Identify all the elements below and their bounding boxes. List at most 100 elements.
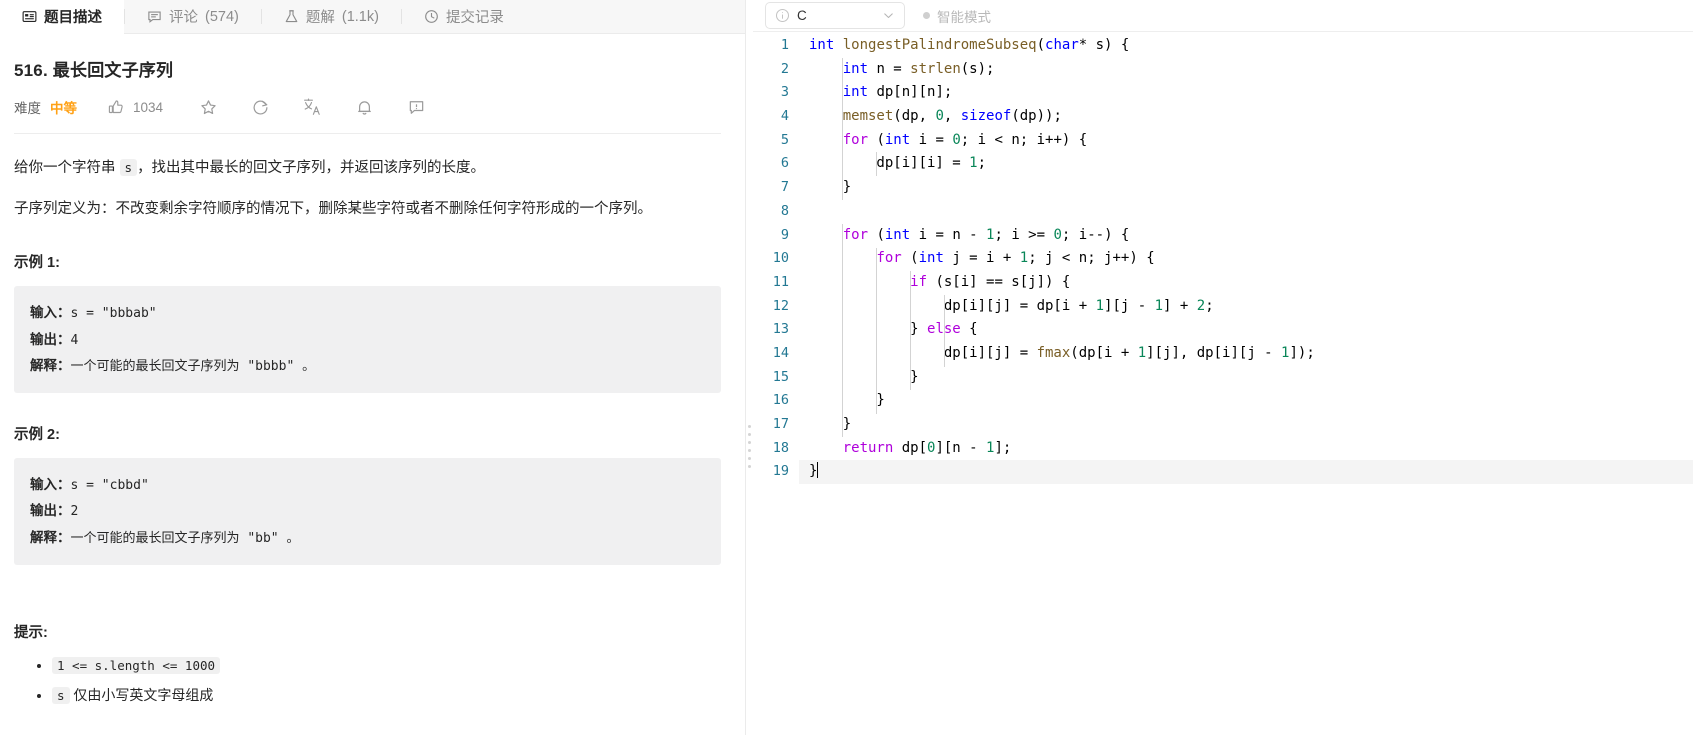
list-item: s 仅由小写英文字母组成 — [52, 684, 721, 706]
tab-description[interactable]: 题目描述 — [0, 0, 124, 34]
meta-divider — [14, 133, 721, 134]
bell-icon[interactable] — [355, 98, 373, 116]
example-2-input-label: 输入： — [30, 477, 71, 493]
problem-paragraph-1: 给你一个字符串 s ，找出其中最长的回文子序列，并返回该序列的长度。 — [14, 156, 721, 181]
line-number: 15 — [772, 368, 789, 385]
text-cursor — [817, 462, 819, 479]
example-2-block: 输入：s = "cbbd" 输出：2 解释：一个可能的最长回文子序列为 "bb"… — [14, 458, 721, 566]
problem-meta-row: 难度 中等 1034 — [14, 95, 721, 119]
flask-icon — [284, 9, 299, 24]
tab-solutions[interactable]: 题解 (1.1k) — [262, 0, 401, 34]
code-line[interactable]: memset(dp, 0, sizeof(dp)); — [799, 105, 1693, 129]
indent-guide — [842, 57, 843, 200]
code-line[interactable] — [799, 200, 1693, 224]
line-number: 18 — [772, 439, 789, 456]
paragraph1-post: ，找出其中最长的回文子序列，并返回该序列的长度。 — [137, 160, 486, 176]
example-2-output-label: 输出： — [30, 503, 71, 519]
tab-solutions-label: 题解 — [305, 10, 335, 26]
code-editor[interactable]: 1 2 3 4 5 6 7 8 9 10 11 12 13 14 15 16 1 — [753, 31, 1693, 735]
code-line[interactable]: if (s[i] == s[j]) { — [799, 271, 1693, 295]
example-1-input-value: s = "bbbab" — [70, 306, 157, 322]
star-icon[interactable] — [199, 98, 217, 116]
code-line[interactable]: return dp[0][n - 1]; — [799, 437, 1693, 461]
indent-guide — [944, 295, 945, 367]
hint-2-code: s — [52, 687, 70, 705]
example-1-explain: 解释：一个可能的最长回文子序列为 "bbbb" 。 — [30, 353, 705, 379]
hint-2-text: 仅由小写英文字母组成 — [73, 687, 214, 704]
tab-description-label: 题目描述 — [44, 10, 102, 26]
code-line[interactable]: int n = strlen(s); — [799, 58, 1693, 82]
line-number: 12 — [772, 297, 789, 314]
tab-submissions[interactable]: 提交记录 — [402, 0, 526, 34]
code-line[interactable]: for (int i = 0; i < n; i++) { — [799, 129, 1693, 153]
indent-guide — [876, 248, 877, 414]
status-dot-icon — [923, 12, 930, 19]
problem-paragraph-2: 子序列定义为：不改变剩余字符顺序的情况下，删除某些字符或者不删除任何字符形成的一… — [14, 200, 652, 217]
example-2-heading: 示例 2: — [14, 427, 60, 444]
code-line[interactable]: } — [799, 413, 1693, 437]
translate-icon[interactable] — [303, 98, 321, 116]
code-lines[interactable]: int longestPalindromeSubseq(char* s) { i… — [799, 34, 1693, 485]
indent-guide — [876, 152, 877, 176]
example-2-output-value: 2 — [70, 504, 79, 520]
line-number: 13 — [772, 321, 789, 338]
example-1-output-value: 4 — [70, 332, 79, 348]
code-line[interactable]: dp[i][i] = 1; — [799, 152, 1693, 176]
description-icon — [22, 9, 37, 24]
example-1-explain-value: 一个可能的最长回文子序列为 "bbbb" 。 — [70, 358, 316, 374]
code-line[interactable]: } — [799, 389, 1693, 413]
example-2-output: 输出：2 — [30, 498, 705, 524]
line-number: 5 — [780, 131, 789, 148]
tab-comments-label: 评论 — [169, 10, 198, 26]
language-select[interactable]: C — [765, 2, 905, 29]
line-number: 4 — [780, 108, 789, 125]
tab-solutions-count: (1.1k) — [341, 8, 379, 25]
share-icon[interactable] — [251, 98, 269, 116]
example-2-input: 输入：s = "cbbd" — [30, 472, 705, 498]
difficulty-value: 中等 — [50, 101, 77, 116]
chevron-down-icon — [882, 9, 895, 22]
hint-1-code: 1 <= s.length <= 1000 — [52, 657, 221, 675]
code-line-active[interactable]: } — [799, 460, 1693, 485]
pane-splitter[interactable] — [745, 0, 753, 735]
example-2-input-value: s = "cbbd" — [70, 478, 149, 494]
clock-icon — [424, 9, 439, 24]
difficulty-label: 难度 — [14, 101, 41, 116]
code-line[interactable]: } else { — [799, 318, 1693, 342]
problem-content: 516. 最长回文子序列 难度 中等 1034 给你一个字符串 s ，找出其中最… — [0, 34, 745, 707]
indent-guide — [910, 271, 911, 390]
leetcode-problem-workspace: 题目描述 评论 (574) 题解 (1.1k) 提交记录 516. 最长回文子序… — [0, 0, 1693, 735]
code-line[interactable]: } — [799, 366, 1693, 390]
smart-mode-toggle[interactable]: 智能模式 — [923, 6, 991, 26]
splitter-grip[interactable] — [748, 425, 751, 468]
page-title: 516. 最长回文子序列 — [14, 61, 174, 80]
tab-comments[interactable]: 评论 (574) — [125, 0, 261, 34]
code-line[interactable]: for (int i = n - 1; i >= 0; i--) { — [799, 224, 1693, 248]
smart-mode-label: 智能模式 — [937, 9, 991, 25]
code-line[interactable]: int longestPalindromeSubseq(char* s) { — [799, 34, 1693, 58]
line-number: 11 — [772, 273, 789, 290]
line-number: 14 — [772, 344, 789, 361]
line-number: 10 — [772, 250, 789, 267]
editor-toolbar: C 智能模式 — [753, 0, 1693, 31]
like-count: 1034 — [133, 99, 164, 115]
line-number: 8 — [780, 202, 789, 219]
example-1-explain-label: 解释： — [30, 357, 71, 373]
example-2-explain: 解释：一个可能的最长回文子序列为 "bb" 。 — [30, 525, 705, 551]
example-1-block: 输入：s = "bbbab" 输出：4 解释：一个可能的最长回文子序列为 "bb… — [14, 286, 721, 394]
code-editor-panel: C 智能模式 1 2 3 4 5 6 7 8 9 10 11 12 13 14 … — [753, 0, 1693, 735]
example-2-explain-label: 解释： — [30, 529, 71, 545]
code-line[interactable]: } — [799, 176, 1693, 200]
line-number: 2 — [780, 60, 789, 77]
code-line[interactable]: dp[i][j] = dp[i + 1][j - 1] + 2; — [799, 295, 1693, 319]
code-line[interactable]: int dp[n][n]; — [799, 81, 1693, 105]
code-line[interactable]: dp[i][j] = fmax(dp[i + 1][j], dp[i][j - … — [799, 342, 1693, 366]
line-number: 17 — [772, 416, 789, 432]
hints-list: 1 <= s.length <= 1000 s 仅由小写英文字母组成 — [14, 654, 721, 707]
tab-comments-count: (574) — [205, 8, 239, 25]
feedback-icon[interactable] — [407, 98, 425, 116]
like-button[interactable]: 1034 — [107, 98, 163, 116]
example-1-input-label: 输入： — [30, 305, 71, 321]
code-line[interactable]: for (int j = i + 1; j < n; j++) { — [799, 247, 1693, 271]
example-1-heading: 示例 1: — [14, 255, 60, 272]
